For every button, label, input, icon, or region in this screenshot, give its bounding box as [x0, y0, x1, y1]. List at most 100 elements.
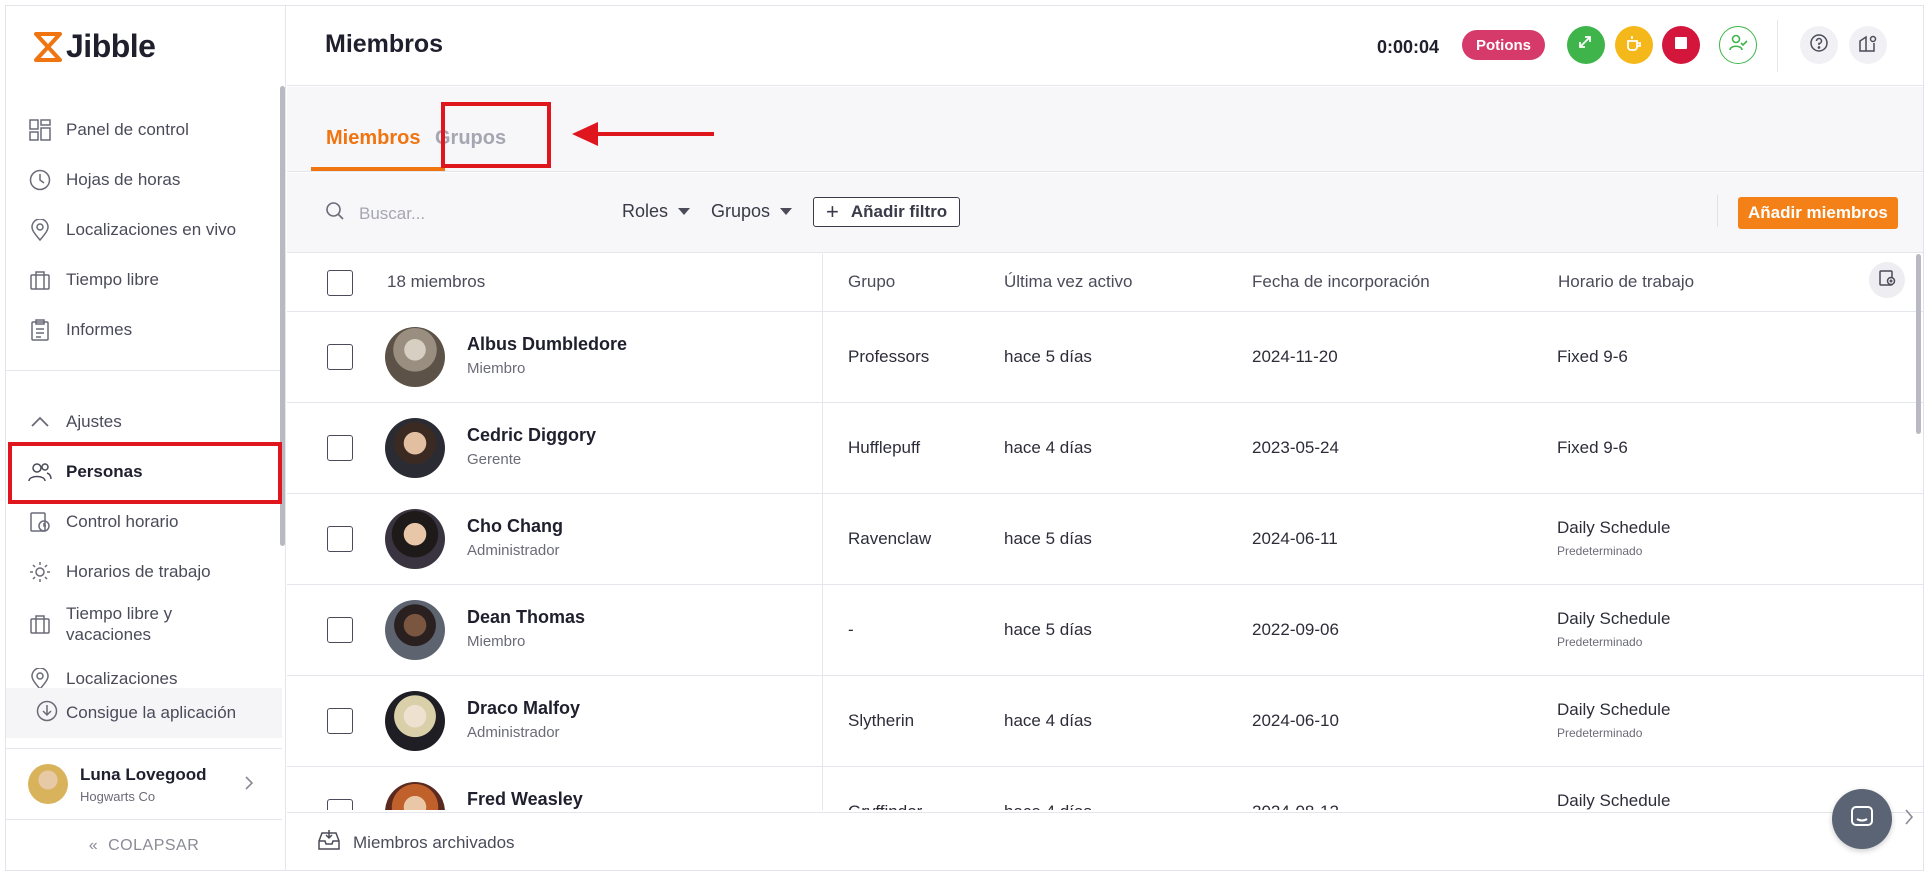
table-row[interactable]: Albus Dumbledore Miembro Professors hace…	[287, 312, 1923, 403]
get-app-button[interactable]: Consigue la aplicación	[6, 688, 282, 738]
member-name[interactable]: Cho Chang	[467, 516, 563, 537]
member-last-active: hace 5 días	[1004, 620, 1092, 639]
sidebar-item-time-tracking[interactable]: Control horario	[6, 499, 282, 545]
member-group: Slytherin	[848, 711, 915, 730]
sidebar-item-label: Tiempo libre y vacaciones	[66, 604, 173, 644]
column-header-last-active[interactable]: Última vez activo	[1004, 272, 1132, 292]
sidebar-item-dashboard[interactable]: Panel de control	[6, 107, 282, 153]
building-gear-icon	[1858, 33, 1878, 58]
caret-down-icon	[678, 208, 691, 215]
table-row[interactable]: Dean Thomas Miembro - hace 5 días 2022-0…	[287, 585, 1923, 676]
coffee-icon	[1625, 34, 1643, 57]
sidebar-item-label: Informes	[66, 320, 133, 339]
member-name[interactable]: Dean Thomas	[467, 607, 585, 628]
sidebar-item-label: Tiempo libre	[66, 270, 159, 289]
search-box[interactable]: Buscar...	[325, 201, 425, 226]
sidebar-settings-label: Ajustes	[66, 412, 122, 431]
stop-timer-button[interactable]	[1662, 26, 1700, 64]
column-header-group[interactable]: Grupo	[848, 272, 895, 292]
sidebar-item-label: Horarios de trabajo	[66, 562, 211, 581]
table-scrollbar[interactable]	[1916, 254, 1921, 434]
sidebar-scrollbar[interactable]	[280, 86, 285, 546]
member-schedule: Daily Schedule	[1557, 609, 1671, 628]
groups-dropdown[interactable]: Grupos	[711, 201, 793, 222]
filter-bar: Buscar... Roles Grupos + Añadir filtro A…	[287, 173, 1923, 253]
member-name[interactable]: Cedric Diggory	[467, 425, 596, 446]
member-name[interactable]: Draco Malfoy	[467, 698, 580, 719]
table-row[interactable]: Cedric Diggory Gerente Hufflepuff hace 4…	[287, 403, 1923, 494]
chevron-up-icon	[28, 410, 52, 434]
row-checkbox[interactable]	[327, 344, 353, 370]
member-last-active: hace 4 días	[1004, 711, 1092, 730]
row-checkbox[interactable]	[327, 708, 353, 734]
member-name[interactable]: Fred Weasley	[467, 789, 583, 810]
chevron-right-icon[interactable]	[1904, 808, 1914, 831]
member-schedule: Daily Schedule	[1557, 700, 1671, 719]
stop-icon	[1674, 36, 1688, 55]
break-button[interactable]	[1615, 26, 1653, 64]
select-all-checkbox[interactable]	[327, 270, 353, 296]
clipboard-icon	[28, 318, 52, 342]
sidebar-item-label: Personas	[66, 462, 143, 481]
member-schedule-default: Predeterminado	[1557, 544, 1643, 558]
sidebar-item-label: Localizaciones en vivo	[66, 220, 237, 239]
avatar	[385, 327, 445, 387]
collapse-label: COLAPSAR	[108, 837, 200, 854]
member-group: -	[848, 620, 854, 639]
member-joined: 2024-06-11	[1252, 529, 1338, 548]
sidebar-item-people[interactable]: Personas	[6, 449, 282, 495]
switch-activity-button[interactable]	[1567, 26, 1605, 64]
table-row[interactable]: Draco Malfoy Administrador Slytherin hac…	[287, 676, 1923, 767]
column-settings-button[interactable]	[1869, 262, 1905, 298]
logo[interactable]: Jibble	[34, 28, 156, 65]
sidebar-item-label: Hojas de horas	[66, 170, 181, 189]
member-group: Professors	[848, 347, 930, 366]
column-header-schedule[interactable]: Horario de trabajo	[1558, 272, 1694, 292]
row-checkbox[interactable]	[327, 799, 353, 810]
sidebar-item-timesheets[interactable]: Hojas de horas	[6, 157, 282, 203]
double-chevron-left-icon: «	[88, 837, 99, 854]
search-input[interactable]: Buscar...	[359, 204, 425, 224]
row-checkbox[interactable]	[327, 526, 353, 552]
app-window: Jibble Panel de control Hojas de horas L…	[5, 5, 1924, 871]
people-icon	[28, 460, 52, 484]
sidebar-item-time-off-vacations[interactable]: Tiempo libre y vacaciones	[6, 599, 282, 649]
column-header-joined[interactable]: Fecha de incorporación	[1252, 272, 1430, 292]
member-schedule-default: Predeterminado	[1557, 635, 1643, 649]
clock-in-member-button[interactable]	[1719, 26, 1757, 64]
sidebar-settings-toggle[interactable]: Ajustes	[6, 399, 282, 445]
collapse-sidebar-button[interactable]: « COLAPSAR	[6, 826, 282, 866]
sidebar-item-live-locations[interactable]: Localizaciones en vivo	[6, 207, 282, 253]
row-checkbox[interactable]	[327, 617, 353, 643]
member-role: Miembro	[467, 360, 526, 377]
sidebar-divider	[6, 370, 282, 371]
user-check-icon	[1728, 33, 1748, 58]
member-name[interactable]: Albus Dumbledore	[467, 334, 627, 355]
jibble-logo-icon	[34, 31, 62, 62]
avatar	[385, 509, 445, 569]
location-pin-icon	[28, 218, 52, 242]
table-row[interactable]: Cho Chang Administrador Ravenclaw hace 5…	[287, 494, 1923, 585]
sidebar: Jibble Panel de control Hojas de horas L…	[6, 6, 286, 870]
table-row[interactable]: Fred Weasley Gryffindor hace 4 días 2024…	[287, 767, 1923, 810]
row-checkbox[interactable]	[327, 435, 353, 461]
sidebar-item-reports[interactable]: Informes	[6, 307, 282, 353]
groups-label: Grupos	[711, 201, 771, 221]
chat-support-button[interactable]	[1832, 789, 1892, 849]
user-card[interactable]: Luna Lovegood Hogwarts Co	[6, 748, 282, 820]
roles-dropdown[interactable]: Roles	[622, 201, 691, 222]
member-last-active: hace 5 días	[1004, 347, 1092, 366]
archived-members-link[interactable]: Miembros archivados	[287, 812, 1923, 870]
dashboard-icon	[28, 118, 52, 142]
tab-groups[interactable]: Grupos	[435, 127, 506, 150]
add-filter-button[interactable]: + Añadir filtro	[813, 197, 961, 227]
sidebar-item-work-schedules[interactable]: Horarios de trabajo	[6, 549, 282, 595]
activity-badge[interactable]: Potions	[1462, 30, 1545, 60]
avatar	[385, 600, 445, 660]
organization-settings-button[interactable]	[1849, 26, 1887, 64]
add-members-button[interactable]: Añadir miembros	[1738, 197, 1898, 229]
sidebar-item-time-off[interactable]: Tiempo libre	[6, 257, 282, 303]
member-group: Ravenclaw	[848, 529, 932, 548]
help-button[interactable]	[1800, 26, 1838, 64]
tab-members[interactable]: Miembros	[326, 127, 420, 150]
